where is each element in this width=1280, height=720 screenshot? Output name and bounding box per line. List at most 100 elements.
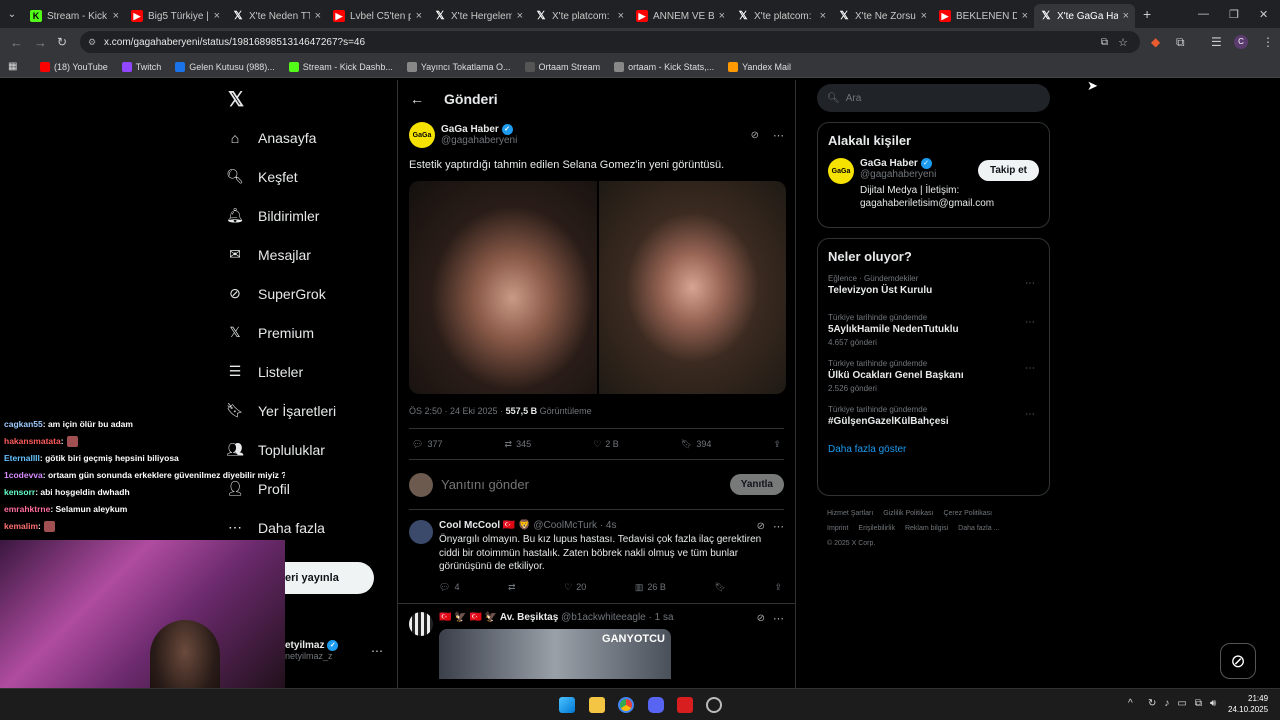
menu-icon[interactable]: ⋮ xyxy=(1262,35,1274,49)
trend-item[interactable]: Türkiye tarihinde gündemde Ülkü Ocakları … xyxy=(828,359,1039,393)
chat-username[interactable]: Eternallll xyxy=(4,453,40,463)
share-action[interactable]: ⇪ xyxy=(774,582,782,593)
tab-close-icon[interactable]: × xyxy=(416,10,422,22)
bookmark-star-icon[interactable]: ☆ xyxy=(1118,36,1128,49)
reply-item[interactable]: 🇹🇷 🦅 🇹🇷 🦅 Av. Beşiktaş @b1ackwhiteeagle … xyxy=(398,604,795,687)
post-media[interactable] xyxy=(409,181,786,394)
extension-icon[interactable]: ◆ xyxy=(1151,35,1160,49)
like-action[interactable]: ♡ 20 xyxy=(564,582,586,593)
trend-more-icon[interactable]: ⋯ xyxy=(1025,317,1035,328)
tab-close-icon[interactable]: × xyxy=(214,10,220,22)
photo-right[interactable] xyxy=(598,181,786,394)
bookmark-item[interactable]: (18) YouTube xyxy=(40,61,108,72)
bookmark-item[interactable]: Yayıncı Tokatlama O... xyxy=(406,61,511,72)
footer-link[interactable]: Imprint xyxy=(827,521,848,536)
post-button[interactable]: eri yayınla xyxy=(285,562,374,594)
nav-item[interactable]: 🔔︎ Bildirimler xyxy=(220,196,390,235)
trend-item[interactable]: Türkiye tarihinde gündemde 5AylıkHamile N… xyxy=(828,313,1039,347)
apps-grid-icon[interactable]: ▦ xyxy=(8,61,17,72)
browser-tab[interactable]: 𝕏 X'te Neden TT × xyxy=(226,4,327,28)
chrome-icon[interactable] xyxy=(618,697,634,713)
reply-button[interactable]: Yanıtla xyxy=(729,474,784,495)
nav-item[interactable]: ⌂ Anasayfa xyxy=(220,118,390,157)
post-more-icon[interactable]: ⋯ xyxy=(773,129,784,142)
tab-search-icon[interactable]: ⌄ xyxy=(0,9,24,20)
tab-close-icon[interactable]: × xyxy=(618,10,624,22)
maximize-button[interactable]: ❐ xyxy=(1229,8,1239,21)
reply-media[interactable]: GANYOTCU xyxy=(439,628,671,679)
start-icon[interactable] xyxy=(559,697,575,713)
search-box[interactable]: 🔍︎ Ara xyxy=(817,84,1050,112)
nav-item[interactable]: ✉ Mesajlar xyxy=(220,235,390,274)
browser-tab[interactable]: ▶ BEKLENEN DA × xyxy=(933,4,1034,28)
nav-item[interactable]: 🔍︎ Keşfet xyxy=(220,157,390,196)
trend-item[interactable]: Türkiye tarihinde gündemde #GülşenGazelKü… xyxy=(828,405,1039,427)
reply-action[interactable]: 💬︎ 4 xyxy=(439,582,459,593)
like-action[interactable]: ♡ 2 B xyxy=(593,439,619,450)
follow-button[interactable]: Takip et xyxy=(977,160,1039,181)
app-icon[interactable] xyxy=(677,697,693,713)
tray-icons[interactable]: ↻♪▭⧉🔊︎ xyxy=(1148,698,1224,709)
tab-close-icon[interactable]: × xyxy=(921,10,927,22)
repost-action[interactable]: ⇄ 345 xyxy=(505,439,532,450)
person-name[interactable]: GaGa Haber xyxy=(860,158,918,169)
tab-close-icon[interactable]: × xyxy=(719,10,725,22)
browser-tab[interactable]: 𝕏 X'te Hergelem × xyxy=(428,4,529,28)
grok-icon[interactable]: ⊘ xyxy=(757,521,765,532)
forward-icon[interactable]: → xyxy=(34,35,47,50)
minimize-button[interactable]: — xyxy=(1198,8,1209,20)
bookmark-action[interactable]: 🔖︎ xyxy=(714,582,725,593)
footer-link[interactable]: Çerez Politikası xyxy=(943,506,992,521)
views-action[interactable]: ▥ 26 B xyxy=(635,582,666,593)
chat-username[interactable]: kemalim xyxy=(4,521,38,531)
bookmark-action[interactable]: 🔖︎ 394 xyxy=(681,439,711,450)
nav-item[interactable]: 𝕏 Premium xyxy=(220,313,390,352)
media-icon[interactable]: ☰ xyxy=(1211,35,1222,49)
tray-chevron-icon[interactable]: ^ xyxy=(1128,698,1133,709)
reply-handle[interactable]: @CoolMcTurk xyxy=(533,520,597,531)
tab-close-icon[interactable]: × xyxy=(1022,10,1028,22)
tab-close-icon[interactable]: × xyxy=(1123,10,1129,22)
bookmark-item[interactable]: Gelen Kutusu (988)... xyxy=(175,61,275,72)
trend-more-icon[interactable]: ⋯ xyxy=(1025,278,1035,289)
tab-close-icon[interactable]: × xyxy=(820,10,826,22)
trend-more-icon[interactable]: ⋯ xyxy=(1025,363,1035,374)
footer-link[interactable]: Erişilebilirlik xyxy=(858,521,895,536)
browser-tab[interactable]: K Stream - Kick D × xyxy=(24,4,125,28)
account-switcher[interactable]: etyilmaz ✓ netyilmaz_z ⋯ xyxy=(285,640,385,661)
bookmark-item[interactable]: Yandex Mail xyxy=(728,61,791,72)
browser-tab[interactable]: 𝕏 X'te platcom: × xyxy=(529,4,630,28)
reply-more-icon[interactable]: ⋯ xyxy=(773,612,784,625)
reload-icon[interactable]: ↻ xyxy=(57,35,67,49)
reply-avatar[interactable] xyxy=(409,611,433,636)
reply-author[interactable]: Av. Beşiktaş xyxy=(500,612,558,623)
footer-link[interactable]: Hizmet Şartları xyxy=(827,506,873,521)
footer-link[interactable]: © 2025 X Corp. xyxy=(827,536,875,551)
nav-item[interactable]: ⊘ SuperGrok xyxy=(220,274,390,313)
nav-item[interactable]: ☰ Listeler xyxy=(220,352,390,391)
reply-author[interactable]: Cool McCool xyxy=(439,520,500,531)
more-icon[interactable]: ⋯ xyxy=(371,644,383,658)
grok-floating-button[interactable]: ⊘ xyxy=(1220,643,1256,679)
chat-username[interactable]: emrahktrne xyxy=(4,504,50,514)
chat-username[interactable]: cagkan55 xyxy=(4,419,43,429)
author-avatar[interactable]: GaGa xyxy=(409,122,435,148)
tab-close-icon[interactable]: × xyxy=(113,10,119,22)
settings-icon[interactable] xyxy=(706,697,722,713)
author-name[interactable]: GaGa Haber xyxy=(441,124,499,135)
reply-input[interactable] xyxy=(441,477,722,492)
chat-username[interactable]: 1codevva xyxy=(4,470,43,480)
trend-more-icon[interactable]: ⋯ xyxy=(1025,409,1035,420)
reply-item[interactable]: Cool McCool 🇹🇷 🦁 @CoolMcTurk · 4s Önyarg… xyxy=(398,510,795,604)
back-icon[interactable]: ← xyxy=(10,35,23,50)
chat-username[interactable]: kensorr xyxy=(4,487,35,497)
reply-avatar[interactable] xyxy=(409,520,433,544)
reply-handle[interactable]: @b1ackwhiteeagle xyxy=(561,612,646,623)
person-avatar[interactable]: GaGa xyxy=(828,158,854,184)
grok-icon[interactable]: ⊘ xyxy=(751,130,759,141)
browser-tab[interactable]: ▶ Lvbel C5'ten p × xyxy=(327,4,428,28)
x-logo[interactable]: 𝕏 xyxy=(220,80,390,118)
bookmark-item[interactable]: Twitch xyxy=(121,61,161,72)
system-clock[interactable]: 21:49 24.10.2025 xyxy=(1228,693,1268,715)
discord-icon[interactable] xyxy=(648,697,664,713)
